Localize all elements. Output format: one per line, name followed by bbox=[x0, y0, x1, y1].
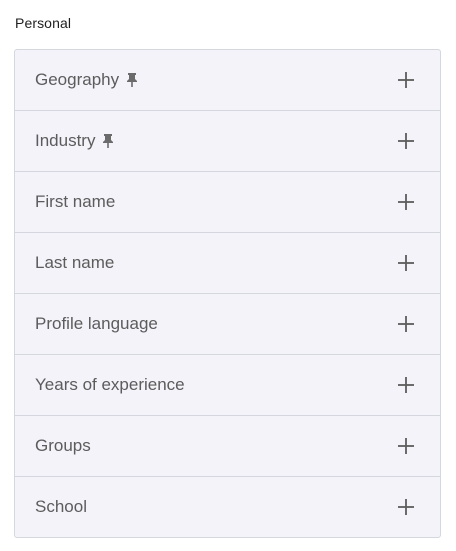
plus-icon[interactable] bbox=[398, 194, 414, 210]
pin-icon bbox=[127, 73, 138, 87]
filter-label: School bbox=[35, 497, 87, 516]
filter-list: Geography Industry First name Last name … bbox=[14, 49, 441, 538]
plus-icon[interactable] bbox=[398, 133, 414, 149]
filter-row-school[interactable]: School bbox=[15, 477, 440, 537]
section-title: Personal bbox=[15, 15, 72, 31]
filter-row-groups[interactable]: Groups bbox=[15, 416, 440, 477]
filter-label-wrapper: Industry bbox=[35, 131, 115, 151]
filter-row-geography[interactable]: Geography bbox=[15, 50, 440, 111]
filter-row-last-name[interactable]: Last name bbox=[15, 233, 440, 294]
filter-row-years-of-experience[interactable]: Years of experience bbox=[15, 355, 440, 416]
plus-icon[interactable] bbox=[398, 72, 414, 88]
plus-icon[interactable] bbox=[398, 255, 414, 271]
plus-icon[interactable] bbox=[398, 499, 414, 515]
filter-row-industry[interactable]: Industry bbox=[15, 111, 440, 172]
plus-icon[interactable] bbox=[398, 316, 414, 332]
pin-icon bbox=[103, 134, 114, 148]
filter-label: Profile language bbox=[35, 314, 158, 333]
plus-icon[interactable] bbox=[398, 438, 414, 454]
filter-row-profile-language[interactable]: Profile language bbox=[15, 294, 440, 355]
filter-label-wrapper: Geography bbox=[35, 70, 139, 90]
filter-label: Groups bbox=[35, 436, 91, 455]
filter-label: Industry bbox=[35, 131, 96, 150]
plus-icon[interactable] bbox=[398, 377, 414, 393]
filter-label: Last name bbox=[35, 253, 115, 272]
filter-label: Years of experience bbox=[35, 375, 185, 394]
filter-row-first-name[interactable]: First name bbox=[15, 172, 440, 233]
filter-label: Geography bbox=[35, 70, 120, 89]
filter-label: First name bbox=[35, 192, 116, 211]
